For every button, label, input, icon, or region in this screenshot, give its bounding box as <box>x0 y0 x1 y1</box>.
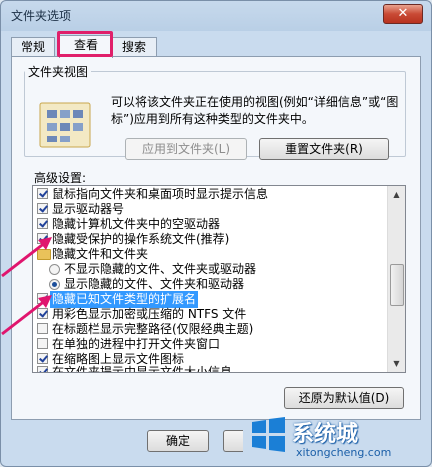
tab-general[interactable]: 常规 <box>11 37 55 57</box>
radio-button[interactable] <box>49 279 60 290</box>
folder-views-group: 文件夹视图 可以将该文件夹正在使用的视图(例如“详细信息”或“图标”)应用到所有… <box>24 63 406 160</box>
pointer-arrow-icon <box>1 295 52 336</box>
advanced-settings-list[interactable]: 鼠标指向文件夹和桌面项时显示提示信息 显示驱动器号 隐藏计算机文件夹中的空驱动器… <box>32 185 406 373</box>
folder-view-icon <box>39 102 91 148</box>
reset-folders-button[interactable]: 重置文件夹(R) <box>259 138 389 160</box>
checkbox[interactable] <box>37 218 48 229</box>
list-scrollbar[interactable]: ▲ ▼ <box>387 186 405 372</box>
view-tab-panel: 文件夹视图 可以将该文件夹正在使用的视图(例如“详细信息”或“图标”)应用到所有… <box>11 56 421 420</box>
cancel-button[interactable] <box>223 430 243 452</box>
advanced-settings-label: 高级设置: <box>34 171 87 185</box>
scrollbar-thumb[interactable] <box>390 264 404 306</box>
close-button[interactable]: ✕ <box>383 4 423 24</box>
scroll-down-icon[interactable]: ▼ <box>388 355 405 372</box>
list-item-label: 在文件夹提示中显示文件大小信息 <box>52 365 233 373</box>
watermark-url: xitongcheng.com <box>296 446 392 459</box>
checkbox[interactable] <box>37 366 48 372</box>
ok-button[interactable]: 确定 <box>147 430 209 452</box>
checkbox[interactable] <box>37 353 48 364</box>
watermark-brand: 系统城 <box>292 422 359 447</box>
site-watermark: 系统城 xitongcheng.com <box>244 412 432 467</box>
pointer-arrow-icon <box>1 237 52 278</box>
tab-highlight-box <box>57 31 113 57</box>
folder-options-window: 文件夹选项 ✕ 常规 查看 搜索 文件夹视图 可以将该文件夹正在使用的视图(例如… <box>0 0 432 467</box>
title-bar[interactable]: 文件夹选项 ✕ <box>1 1 431 29</box>
folder-views-legend: 文件夹视图 <box>28 65 89 79</box>
folder-views-description: 可以将该文件夹正在使用的视图(例如“详细信息”或“图标”)应用到所有这种类型的文… <box>111 95 399 126</box>
tab-search[interactable]: 搜索 <box>111 37 157 57</box>
scroll-up-icon[interactable]: ▲ <box>388 186 405 203</box>
apply-to-folders-button[interactable]: 应用到文件夹(L) <box>125 138 247 160</box>
checkbox[interactable] <box>37 203 48 214</box>
window-title: 文件夹选项 <box>11 9 72 23</box>
restore-defaults-button[interactable]: 还原为默认值(D) <box>284 387 404 409</box>
windows-logo-icon <box>252 417 285 452</box>
checkbox[interactable] <box>37 188 48 199</box>
list-item[interactable]: 在文件夹提示中显示文件大小信息 <box>33 364 387 373</box>
